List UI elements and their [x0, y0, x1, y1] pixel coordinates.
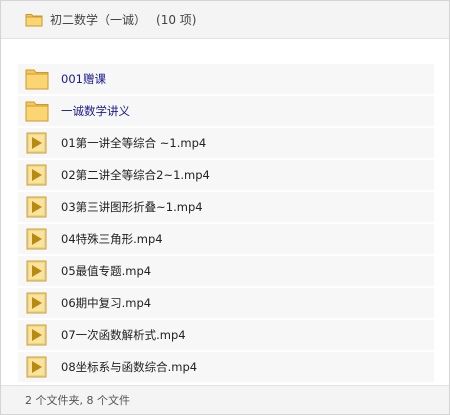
- folder-header: 初二数学（一诚） (10 项): [1, 1, 449, 39]
- folder-icon: [24, 99, 50, 123]
- file-row[interactable]: 05最值专题.mp4: [18, 256, 434, 286]
- file-row[interactable]: 04特殊三角形.mp4: [18, 224, 434, 254]
- file-name: 04特殊三角形.mp4: [61, 232, 163, 246]
- file-row[interactable]: 01第一讲全等综合 ~1.mp4: [18, 128, 434, 158]
- video-file-icon: [24, 227, 50, 251]
- file-row[interactable]: 08坐标系与函数综合.mp4: [18, 352, 434, 382]
- status-text: 2 个文件夹, 8 个文件: [25, 394, 130, 407]
- folder-row[interactable]: 一诚数学讲义: [18, 96, 434, 126]
- file-name: 03第三讲图形折叠~1.mp4: [61, 200, 203, 214]
- file-name: 08坐标系与函数综合.mp4: [61, 360, 198, 374]
- video-file-icon: [24, 131, 50, 155]
- item-count: (10 项): [156, 13, 197, 27]
- file-row[interactable]: 03第三讲图形折叠~1.mp4: [18, 192, 434, 222]
- file-name: 02第二讲全等综合2~1.mp4: [61, 168, 210, 182]
- folder-name: 一诚数学讲义: [61, 104, 130, 118]
- folder-icon: [24, 67, 50, 91]
- folder-row[interactable]: 001赠课: [18, 64, 434, 94]
- video-file-icon: [24, 259, 50, 283]
- video-file-icon: [24, 323, 50, 347]
- file-name: 07一次函数解析式.mp4: [61, 328, 186, 342]
- file-row[interactable]: 07一次函数解析式.mp4: [18, 320, 434, 350]
- file-list: 001赠课一诚数学讲义 01第一讲全等综合 ~1.mp4 02第二讲全等综合2~1.…: [18, 64, 434, 384]
- folder-icon: [25, 14, 43, 27]
- file-name: 05最值专题.mp4: [61, 264, 152, 278]
- file-browser-window: 初二数学（一诚） (10 项) 001赠课一诚数学讲义 01第一讲全等综合 ~1.…: [0, 0, 450, 415]
- folder-name: 001赠课: [61, 72, 106, 86]
- status-bar: 2 个文件夹, 8 个文件: [1, 385, 449, 414]
- video-file-icon: [24, 195, 50, 219]
- file-row[interactable]: 06期中复习.mp4: [18, 288, 434, 318]
- file-row[interactable]: 02第二讲全等综合2~1.mp4: [18, 160, 434, 190]
- file-name: 06期中复习.mp4: [61, 296, 152, 310]
- video-file-icon: [24, 163, 50, 187]
- video-file-icon: [24, 355, 50, 379]
- file-name: 01第一讲全等综合 ~1.mp4: [61, 136, 207, 150]
- video-file-icon: [24, 291, 50, 315]
- folder-title: 初二数学（一诚）: [50, 13, 147, 27]
